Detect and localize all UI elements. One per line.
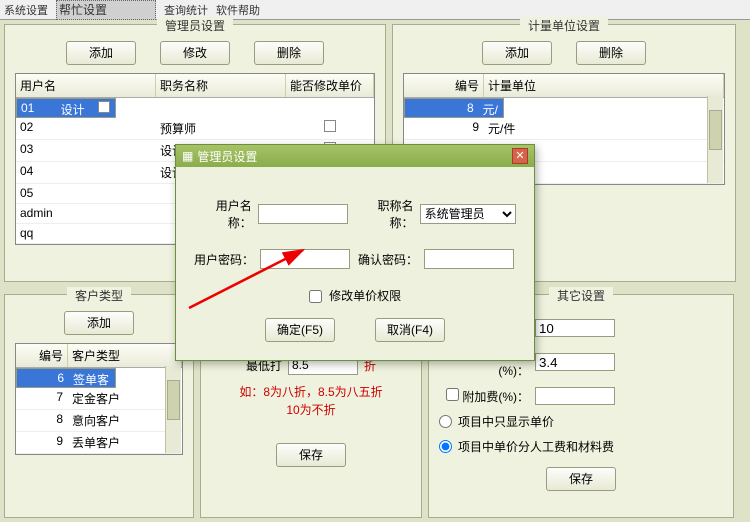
col-unit: 计量单位 [484, 74, 724, 97]
save-button[interactable]: 保存 [276, 443, 346, 467]
opt-price-only-radio[interactable] [439, 415, 452, 428]
table-row[interactable]: 8元/平方米 [404, 98, 504, 118]
panel-title: 客户类型 [67, 287, 131, 304]
table-row[interactable]: 9元/件 [404, 118, 724, 140]
table-row[interactable]: 02预算师 [16, 118, 374, 140]
menu-item[interactable]: 软件帮助 [216, 2, 260, 18]
menu-item[interactable]: 查询统计 [164, 2, 208, 18]
close-icon[interactable]: ✕ [512, 148, 528, 164]
user-input[interactable] [258, 204, 348, 224]
delete-button[interactable]: 删除 [576, 41, 646, 65]
add-button[interactable]: 添加 [482, 41, 552, 65]
add-button[interactable]: 添加 [64, 311, 134, 335]
admin-dialog: ▦ 管理员设置 ✕ 用户名称： 职称名称： 系统管理员 用户密码： 确认密码： … [175, 144, 535, 361]
discount-hint: 如：8为八折，8.5为八五折 10为不折 [211, 383, 411, 419]
scrollbar[interactable] [707, 96, 723, 183]
extra-checkbox[interactable] [446, 388, 459, 401]
user-label: 用户名称： [194, 197, 252, 231]
table-row[interactable]: 01设计师 [16, 98, 116, 118]
window-icon: ▦ [182, 149, 193, 163]
edit-button[interactable]: 修改 [160, 41, 230, 65]
pwd2-input[interactable] [424, 249, 514, 269]
pwd-label: 用户密码： [194, 251, 254, 268]
panel-title: 计量单位设置 [520, 17, 608, 34]
col-canedit: 能否修改单价 [286, 74, 374, 97]
edit-price-checkbox[interactable] [309, 290, 322, 303]
dialog-title: 管理员设置 [197, 148, 257, 165]
save-button[interactable]: 保存 [546, 467, 616, 491]
delete-button[interactable]: 删除 [254, 41, 324, 65]
extra-rate-input[interactable] [535, 387, 615, 405]
add-button[interactable]: 添加 [66, 41, 136, 65]
menu-item[interactable]: 帮忙设置 [56, 0, 156, 20]
col-role: 职务名称 [156, 74, 286, 97]
table-row[interactable]: 7定金客户 [16, 388, 182, 410]
role-label: 职称名称： [354, 197, 414, 231]
ok-button[interactable]: 确定(F5) [265, 318, 335, 342]
col-id: 编号 [404, 74, 484, 97]
tax-rate-input[interactable] [535, 353, 615, 371]
scrollbar[interactable] [165, 366, 181, 453]
dialog-titlebar[interactable]: ▦ 管理员设置 ✕ [176, 145, 534, 167]
col-id: 编号 [16, 344, 68, 367]
menu-item[interactable]: 系统设置 [4, 2, 48, 18]
opt-price-only-label: 项目中只显示单价 [458, 413, 554, 430]
opt-price-split-radio[interactable] [439, 440, 452, 453]
cancel-button[interactable]: 取消(F4) [375, 318, 445, 342]
role-select[interactable]: 系统管理员 [420, 204, 516, 224]
cust-grid[interactable]: 编号 客户类型 6签单客户7定金客户8意向客户9丢单客户 [15, 343, 183, 455]
col-type: 客户类型 [68, 344, 182, 367]
menubar: 系统设置 帮忙设置 查询统计 软件帮助 [0, 0, 750, 20]
pwd2-label: 确认密码： [356, 251, 418, 268]
table-row[interactable]: 8意向客户 [16, 410, 182, 432]
table-row[interactable]: 6签单客户 [16, 368, 116, 388]
panel-customer: 客户类型 添加 编号 客户类型 6签单客户7定金客户8意向客户9丢单客户 [4, 294, 194, 518]
opt-price-split-label: 项目中单价分人工费和材料费 [458, 438, 614, 455]
edit-price-label: 修改单价权限 [329, 289, 401, 303]
mgmt-rate-input[interactable] [535, 319, 615, 337]
panel-title: 其它设置 [549, 287, 613, 304]
pwd-input[interactable] [260, 249, 350, 269]
table-row[interactable]: 9丢单客户 [16, 432, 182, 454]
panel-title: 管理员设置 [157, 17, 233, 34]
col-user: 用户名 [16, 74, 156, 97]
